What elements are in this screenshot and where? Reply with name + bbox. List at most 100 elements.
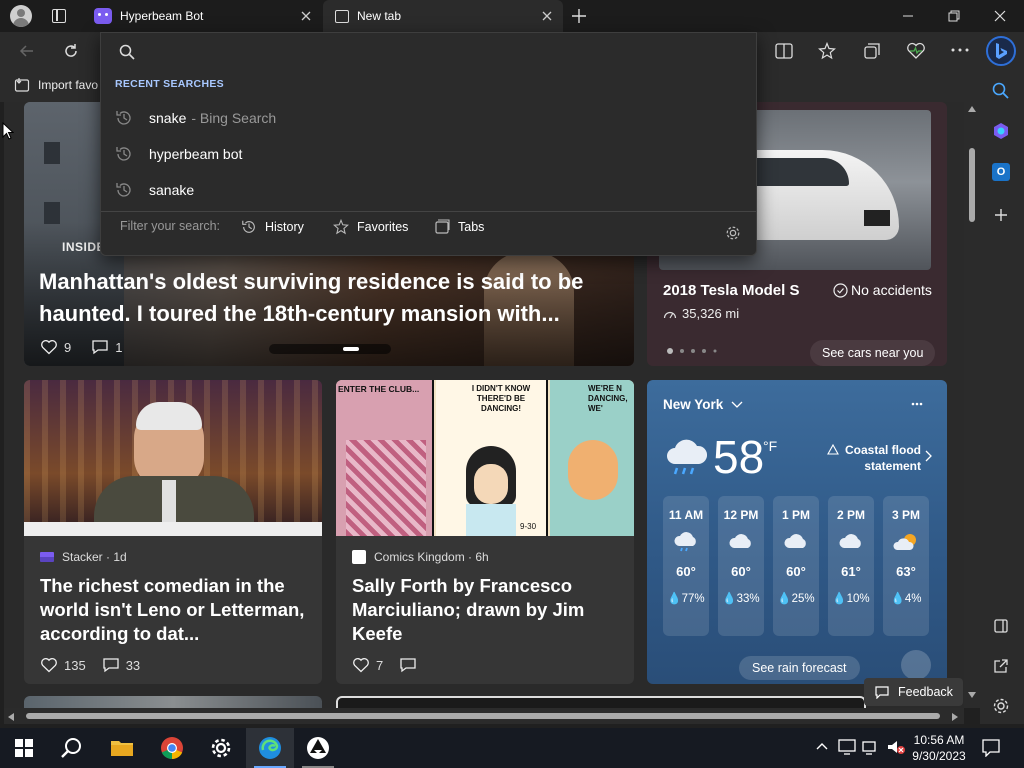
- warning-icon: [827, 444, 839, 455]
- back-button[interactable]: [18, 42, 36, 60]
- history-icon: [116, 183, 131, 197]
- rain-cloud-icon: [663, 436, 709, 476]
- vertical-scrollbar[interactable]: [964, 102, 980, 708]
- favorites-star-icon[interactable]: [818, 42, 836, 60]
- cloud-icon: [728, 532, 754, 550]
- chevron-right-icon[interactable]: [925, 450, 933, 462]
- split-screen-icon[interactable]: [775, 43, 793, 59]
- outlook-icon[interactable]: O: [992, 163, 1010, 181]
- like-icon: [41, 340, 57, 355]
- inkscape-icon[interactable]: [294, 728, 342, 768]
- news-card-comic[interactable]: ENTER THE CLUB... I DIDN'T KNOW THERE'D …: [336, 380, 634, 684]
- minimize-button[interactable]: [900, 8, 916, 24]
- show-hidden-icons-chevron[interactable]: [816, 742, 828, 750]
- horizontal-scrollbar[interactable]: [4, 708, 964, 724]
- close-tab-icon[interactable]: [539, 8, 555, 24]
- see-rain-forecast-button[interactable]: See rain forecast: [739, 656, 860, 680]
- filter-favorites-label: Favorites: [357, 220, 409, 234]
- car-title: 2018 Tesla Model S: [663, 282, 800, 299]
- address-search-input[interactable]: [101, 33, 756, 71]
- hide-sidebar-icon[interactable]: [993, 618, 1009, 634]
- weather-temp: 58: [713, 431, 765, 483]
- tray-display-icon[interactable]: [838, 739, 856, 755]
- close-tab-icon[interactable]: [298, 8, 314, 24]
- notifications-icon[interactable]: [982, 739, 1000, 757]
- odometer-icon: [663, 311, 677, 318]
- profile-avatar[interactable]: [10, 5, 32, 27]
- hour-temp: 63°: [896, 564, 916, 579]
- weather-more-icon[interactable]: [911, 402, 923, 406]
- filter-history-label: History: [265, 220, 304, 234]
- comics-kingdom-logo-icon: [352, 550, 366, 564]
- hero-comments: 1: [115, 339, 123, 355]
- filter-tabs-label: Tabs: [458, 220, 485, 234]
- weather-location-selector[interactable]: New York: [663, 397, 743, 412]
- edge-taskbar-icon[interactable]: [246, 728, 294, 768]
- tab-new-tab[interactable]: New tab: [323, 0, 563, 32]
- taskbar-search-icon[interactable]: [48, 728, 96, 768]
- hour-column: 12 PM 60° 💧33%: [718, 496, 764, 636]
- start-button[interactable]: [0, 728, 48, 768]
- star-icon: [333, 219, 349, 235]
- car-mileage: 35,326 mi: [682, 306, 740, 321]
- carousel-dots[interactable]: [269, 344, 391, 354]
- feedback-button[interactable]: Feedback: [864, 678, 963, 706]
- chrome-icon[interactable]: [148, 728, 196, 768]
- like-icon: [41, 658, 57, 673]
- recent-search-item[interactable]: snake - Bing Search: [115, 100, 276, 136]
- hour-temp: 60°: [731, 564, 751, 579]
- more-options-icon[interactable]: [951, 48, 969, 52]
- recent-search-suffix: - Bing Search: [191, 110, 277, 126]
- tab-hyperbeam-bot[interactable]: Hyperbeam Bot: [84, 0, 322, 32]
- sidebar-settings-icon[interactable]: [992, 697, 1010, 715]
- browser-essentials-icon[interactable]: [906, 42, 926, 60]
- volume-muted-icon[interactable]: [886, 739, 906, 755]
- filter-tabs[interactable]: Tabs: [434, 219, 484, 235]
- hour-time: 2 PM: [836, 508, 865, 522]
- collections-icon[interactable]: [863, 42, 881, 60]
- tab-title: New tab: [357, 9, 402, 23]
- check-circle-icon: [833, 282, 848, 298]
- card1-title[interactable]: The richest comedian in the world isn't …: [40, 574, 312, 646]
- import-favorites-button[interactable]: Import favo: [14, 77, 98, 93]
- comic-text-4: 9-30: [520, 522, 537, 531]
- news-card-comedian[interactable]: Stacker · 1d The richest comedian in the…: [24, 380, 322, 684]
- car-badge: No accidents: [851, 282, 932, 298]
- new-tab-button[interactable]: [570, 7, 588, 25]
- refresh-button[interactable]: [62, 42, 80, 60]
- hour-time: 1 PM: [781, 508, 810, 522]
- add-sidebar-app-icon[interactable]: [993, 207, 1009, 223]
- close-window-button[interactable]: [992, 8, 1008, 24]
- see-cars-button[interactable]: See cars near you: [810, 340, 936, 366]
- recent-search-item[interactable]: sanake: [115, 172, 194, 208]
- open-external-icon[interactable]: [993, 658, 1009, 674]
- weather-alert[interactable]: Coastal flood statement: [825, 442, 921, 474]
- card2-title[interactable]: Sally Forth by Francesco Marciuliano; dr…: [352, 574, 622, 646]
- filter-history[interactable]: History: [241, 219, 304, 235]
- copilot-icon[interactable]: [992, 122, 1010, 140]
- settings-gear-icon[interactable]: [197, 728, 245, 768]
- search-icon[interactable]: [992, 82, 1010, 100]
- filter-favorites[interactable]: Favorites: [333, 219, 408, 235]
- hero-title[interactable]: Manhattan's oldest surviving residence i…: [39, 266, 619, 330]
- clock[interactable]: 10:56 AM 9/30/2023: [908, 732, 970, 764]
- car-carousel-dots[interactable]: [667, 348, 727, 354]
- recent-search-item[interactable]: hyperbeam bot: [115, 136, 242, 172]
- card2-likes: 7: [376, 657, 384, 673]
- restore-button[interactable]: [946, 8, 962, 24]
- comic-text-1: ENTER THE CLUB...: [338, 384, 420, 394]
- import-favorites-label: Import favo: [38, 78, 99, 92]
- hero-likes: 9: [64, 339, 72, 355]
- address-bar-dropdown: RECENT SEARCHES snake - Bing Search hype…: [100, 32, 757, 256]
- weather-card[interactable]: New York 58 °F Coastal flood statement 1…: [647, 380, 947, 684]
- new-tab-page-icon: [335, 9, 349, 23]
- tab-actions-icon[interactable]: [52, 9, 66, 23]
- bing-copilot-button[interactable]: [986, 36, 1016, 66]
- weather-map-icon[interactable]: [901, 650, 931, 680]
- search-settings-gear-icon[interactable]: [725, 225, 741, 241]
- comment-icon: [103, 658, 119, 673]
- divider: [101, 211, 756, 212]
- file-explorer-icon[interactable]: [98, 728, 146, 768]
- network-icon[interactable]: [862, 739, 880, 755]
- filter-label: Filter your search:: [120, 219, 221, 233]
